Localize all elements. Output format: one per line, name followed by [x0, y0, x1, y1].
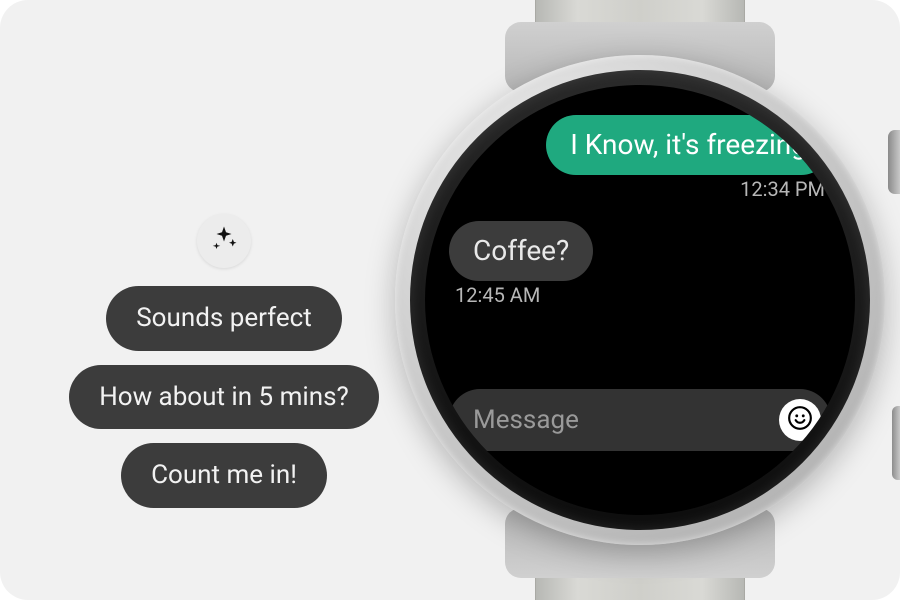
message-timestamp-sent: 12:34 PM — [455, 177, 825, 201]
message-bubble-sent[interactable]: I Know, it's freezing — [546, 115, 831, 175]
emoji-button[interactable] — [779, 399, 821, 441]
compose-placeholder[interactable]: Message — [473, 405, 769, 435]
ai-suggestion-chip[interactable]: Count me in! — [121, 443, 327, 508]
watch-crown[interactable] — [888, 130, 900, 194]
ai-suggestion-chip[interactable]: Sounds perfect — [106, 286, 342, 351]
smile-icon — [787, 405, 813, 435]
compose-bar[interactable]: Message — [449, 389, 831, 451]
watch-case: I Know, it's freezing 12:34 PM Coffee? 1… — [395, 55, 885, 545]
sparkle-icon — [209, 224, 239, 258]
ai-badge — [197, 214, 251, 268]
watch-screen[interactable]: I Know, it's freezing 12:34 PM Coffee? 1… — [425, 85, 855, 515]
message-bubble-received[interactable]: Coffee? — [449, 221, 593, 281]
ai-suggestion-chip[interactable]: How about in 5 mins? — [69, 365, 379, 430]
watch-side-button[interactable] — [892, 406, 900, 480]
message-row-sent: I Know, it's freezing 12:34 PM — [449, 115, 831, 201]
message-timestamp-received: 12:45 AM — [455, 283, 825, 307]
message-row-received: Coffee? 12:45 AM — [449, 221, 831, 307]
smartwatch: I Know, it's freezing 12:34 PM Coffee? 1… — [380, 0, 900, 600]
watch-bezel: I Know, it's freezing 12:34 PM Coffee? 1… — [410, 70, 870, 530]
promo-stage: Sounds perfect How about in 5 mins? Coun… — [0, 0, 900, 600]
ai-suggestions-stack: Sounds perfect How about in 5 mins? Coun… — [48, 214, 400, 508]
